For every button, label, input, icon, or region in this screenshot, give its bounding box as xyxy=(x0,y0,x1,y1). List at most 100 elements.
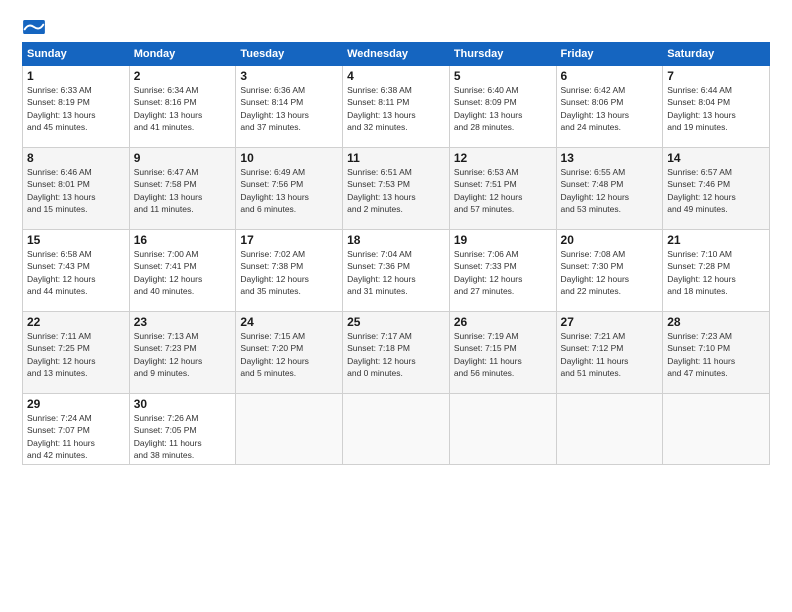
calendar-cell: 9Sunrise: 6:47 AM Sunset: 7:58 PM Daylig… xyxy=(129,148,236,230)
day-number: 13 xyxy=(561,151,659,165)
day-number: 18 xyxy=(347,233,445,247)
calendar-cell: 8Sunrise: 6:46 AM Sunset: 8:01 PM Daylig… xyxy=(23,148,130,230)
day-info: Sunrise: 7:24 AM Sunset: 7:07 PM Dayligh… xyxy=(27,412,125,461)
calendar-week-row: 15Sunrise: 6:58 AM Sunset: 7:43 PM Dayli… xyxy=(23,230,770,312)
calendar-cell: 5Sunrise: 6:40 AM Sunset: 8:09 PM Daylig… xyxy=(449,66,556,148)
calendar-cell: 29Sunrise: 7:24 AM Sunset: 7:07 PM Dayli… xyxy=(23,394,130,465)
day-number: 14 xyxy=(667,151,765,165)
calendar-cell: 30Sunrise: 7:26 AM Sunset: 7:05 PM Dayli… xyxy=(129,394,236,465)
day-info: Sunrise: 7:06 AM Sunset: 7:33 PM Dayligh… xyxy=(454,248,552,297)
calendar-cell: 18Sunrise: 7:04 AM Sunset: 7:36 PM Dayli… xyxy=(343,230,450,312)
day-number: 23 xyxy=(134,315,232,329)
day-number: 17 xyxy=(240,233,338,247)
calendar-cell: 15Sunrise: 6:58 AM Sunset: 7:43 PM Dayli… xyxy=(23,230,130,312)
day-number: 3 xyxy=(240,69,338,83)
calendar-cell: 20Sunrise: 7:08 AM Sunset: 7:30 PM Dayli… xyxy=(556,230,663,312)
calendar-cell: 10Sunrise: 6:49 AM Sunset: 7:56 PM Dayli… xyxy=(236,148,343,230)
calendar-cell: 1Sunrise: 6:33 AM Sunset: 8:19 PM Daylig… xyxy=(23,66,130,148)
day-number: 16 xyxy=(134,233,232,247)
day-number: 25 xyxy=(347,315,445,329)
day-info: Sunrise: 7:23 AM Sunset: 7:10 PM Dayligh… xyxy=(667,330,765,379)
day-number: 10 xyxy=(240,151,338,165)
day-number: 2 xyxy=(134,69,232,83)
day-info: Sunrise: 6:49 AM Sunset: 7:56 PM Dayligh… xyxy=(240,166,338,215)
day-info: Sunrise: 7:13 AM Sunset: 7:23 PM Dayligh… xyxy=(134,330,232,379)
calendar-cell: 21Sunrise: 7:10 AM Sunset: 7:28 PM Dayli… xyxy=(663,230,770,312)
calendar-cell: 16Sunrise: 7:00 AM Sunset: 7:41 PM Dayli… xyxy=(129,230,236,312)
weekday-header-monday: Monday xyxy=(129,43,236,66)
weekday-header-tuesday: Tuesday xyxy=(236,43,343,66)
calendar-cell: 2Sunrise: 6:34 AM Sunset: 8:16 PM Daylig… xyxy=(129,66,236,148)
calendar-week-row: 29Sunrise: 7:24 AM Sunset: 7:07 PM Dayli… xyxy=(23,394,770,465)
calendar-cell xyxy=(236,394,343,465)
header xyxy=(22,18,770,36)
day-info: Sunrise: 7:08 AM Sunset: 7:30 PM Dayligh… xyxy=(561,248,659,297)
day-number: 4 xyxy=(347,69,445,83)
calendar-week-row: 1Sunrise: 6:33 AM Sunset: 8:19 PM Daylig… xyxy=(23,66,770,148)
day-info: Sunrise: 7:11 AM Sunset: 7:25 PM Dayligh… xyxy=(27,330,125,379)
day-info: Sunrise: 6:33 AM Sunset: 8:19 PM Dayligh… xyxy=(27,84,125,133)
day-info: Sunrise: 6:46 AM Sunset: 8:01 PM Dayligh… xyxy=(27,166,125,215)
day-number: 20 xyxy=(561,233,659,247)
day-number: 27 xyxy=(561,315,659,329)
day-number: 8 xyxy=(27,151,125,165)
calendar-cell: 25Sunrise: 7:17 AM Sunset: 7:18 PM Dayli… xyxy=(343,312,450,394)
calendar-week-row: 8Sunrise: 6:46 AM Sunset: 8:01 PM Daylig… xyxy=(23,148,770,230)
calendar-week-row: 22Sunrise: 7:11 AM Sunset: 7:25 PM Dayli… xyxy=(23,312,770,394)
day-info: Sunrise: 7:21 AM Sunset: 7:12 PM Dayligh… xyxy=(561,330,659,379)
day-info: Sunrise: 7:10 AM Sunset: 7:28 PM Dayligh… xyxy=(667,248,765,297)
calendar-cell: 6Sunrise: 6:42 AM Sunset: 8:06 PM Daylig… xyxy=(556,66,663,148)
calendar-cell: 11Sunrise: 6:51 AM Sunset: 7:53 PM Dayli… xyxy=(343,148,450,230)
calendar-table: SundayMondayTuesdayWednesdayThursdayFrid… xyxy=(22,42,770,465)
day-info: Sunrise: 7:00 AM Sunset: 7:41 PM Dayligh… xyxy=(134,248,232,297)
day-number: 30 xyxy=(134,397,232,411)
day-number: 15 xyxy=(27,233,125,247)
weekday-header-friday: Friday xyxy=(556,43,663,66)
calendar-cell: 24Sunrise: 7:15 AM Sunset: 7:20 PM Dayli… xyxy=(236,312,343,394)
calendar-cell: 3Sunrise: 6:36 AM Sunset: 8:14 PM Daylig… xyxy=(236,66,343,148)
day-info: Sunrise: 6:51 AM Sunset: 7:53 PM Dayligh… xyxy=(347,166,445,215)
day-info: Sunrise: 7:26 AM Sunset: 7:05 PM Dayligh… xyxy=(134,412,232,461)
calendar-cell: 13Sunrise: 6:55 AM Sunset: 7:48 PM Dayli… xyxy=(556,148,663,230)
day-number: 29 xyxy=(27,397,125,411)
calendar-cell: 22Sunrise: 7:11 AM Sunset: 7:25 PM Dayli… xyxy=(23,312,130,394)
day-number: 24 xyxy=(240,315,338,329)
weekday-header-row: SundayMondayTuesdayWednesdayThursdayFrid… xyxy=(23,43,770,66)
day-number: 5 xyxy=(454,69,552,83)
logo-icon xyxy=(22,20,46,34)
day-number: 22 xyxy=(27,315,125,329)
day-number: 12 xyxy=(454,151,552,165)
weekday-header-thursday: Thursday xyxy=(449,43,556,66)
calendar-cell: 4Sunrise: 6:38 AM Sunset: 8:11 PM Daylig… xyxy=(343,66,450,148)
day-number: 28 xyxy=(667,315,765,329)
day-info: Sunrise: 6:55 AM Sunset: 7:48 PM Dayligh… xyxy=(561,166,659,215)
calendar-cell: 14Sunrise: 6:57 AM Sunset: 7:46 PM Dayli… xyxy=(663,148,770,230)
calendar-cell: 23Sunrise: 7:13 AM Sunset: 7:23 PM Dayli… xyxy=(129,312,236,394)
day-info: Sunrise: 6:34 AM Sunset: 8:16 PM Dayligh… xyxy=(134,84,232,133)
day-info: Sunrise: 7:04 AM Sunset: 7:36 PM Dayligh… xyxy=(347,248,445,297)
day-info: Sunrise: 6:58 AM Sunset: 7:43 PM Dayligh… xyxy=(27,248,125,297)
day-info: Sunrise: 7:15 AM Sunset: 7:20 PM Dayligh… xyxy=(240,330,338,379)
calendar-cell xyxy=(449,394,556,465)
day-info: Sunrise: 6:40 AM Sunset: 8:09 PM Dayligh… xyxy=(454,84,552,133)
day-info: Sunrise: 7:02 AM Sunset: 7:38 PM Dayligh… xyxy=(240,248,338,297)
calendar-cell: 12Sunrise: 6:53 AM Sunset: 7:51 PM Dayli… xyxy=(449,148,556,230)
day-number: 9 xyxy=(134,151,232,165)
day-number: 1 xyxy=(27,69,125,83)
day-number: 26 xyxy=(454,315,552,329)
day-info: Sunrise: 6:47 AM Sunset: 7:58 PM Dayligh… xyxy=(134,166,232,215)
day-info: Sunrise: 6:44 AM Sunset: 8:04 PM Dayligh… xyxy=(667,84,765,133)
day-number: 11 xyxy=(347,151,445,165)
calendar-cell: 27Sunrise: 7:21 AM Sunset: 7:12 PM Dayli… xyxy=(556,312,663,394)
day-number: 6 xyxy=(561,69,659,83)
logo xyxy=(22,18,48,36)
page: SundayMondayTuesdayWednesdayThursdayFrid… xyxy=(0,0,792,612)
weekday-header-saturday: Saturday xyxy=(663,43,770,66)
calendar-cell: 26Sunrise: 7:19 AM Sunset: 7:15 PM Dayli… xyxy=(449,312,556,394)
day-info: Sunrise: 6:36 AM Sunset: 8:14 PM Dayligh… xyxy=(240,84,338,133)
day-info: Sunrise: 6:42 AM Sunset: 8:06 PM Dayligh… xyxy=(561,84,659,133)
day-number: 7 xyxy=(667,69,765,83)
calendar-cell: 7Sunrise: 6:44 AM Sunset: 8:04 PM Daylig… xyxy=(663,66,770,148)
day-info: Sunrise: 6:38 AM Sunset: 8:11 PM Dayligh… xyxy=(347,84,445,133)
day-info: Sunrise: 6:57 AM Sunset: 7:46 PM Dayligh… xyxy=(667,166,765,215)
